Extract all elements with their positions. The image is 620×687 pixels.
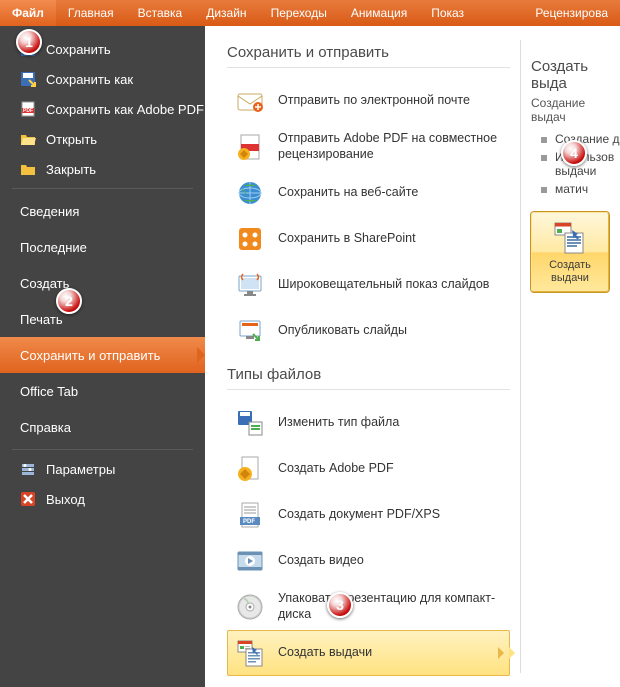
options-icon: [20, 461, 36, 477]
sidebar-print[interactable]: Печать: [0, 301, 205, 337]
sidebar-exit[interactable]: Выход: [0, 484, 205, 514]
section-file-types-title: Типы файлов: [227, 366, 510, 390]
item-publish[interactable]: Опубликовать слайды: [227, 308, 510, 354]
sidebar-info[interactable]: Сведения: [0, 193, 205, 229]
sharepoint-icon: [234, 223, 266, 255]
web-icon: [234, 177, 266, 209]
tab-insert[interactable]: Вставка: [126, 0, 195, 26]
sidebar-save-send[interactable]: Сохранить и отправить: [0, 337, 205, 373]
open-icon: [20, 131, 36, 147]
label: Справка: [20, 420, 71, 435]
sidebar-save[interactable]: Сохранить: [0, 34, 205, 64]
label: Опубликовать слайды: [278, 323, 407, 339]
bullet: матич: [555, 182, 588, 196]
sidebar-new[interactable]: Создать: [0, 265, 205, 301]
svg-text:PDF: PDF: [23, 108, 33, 114]
label: Широковещательный показ слайдов: [278, 277, 489, 293]
right-bullets: Создание д Использов выдачи матич: [535, 130, 620, 198]
item-sharepoint[interactable]: Сохранить в SharePoint: [227, 216, 510, 262]
label: Сохранить как Adobe PDF: [46, 102, 204, 117]
handout-icon: [234, 637, 266, 669]
right-title: Создать выда: [531, 58, 620, 94]
item-cd[interactable]: Упаковать презентацию для компакт-диска: [227, 584, 510, 630]
label: Отправить по электронной почте: [278, 93, 470, 109]
item-change-type[interactable]: Изменить тип файла: [227, 400, 510, 446]
label: Office Tab: [20, 384, 78, 399]
label: Параметры: [46, 462, 115, 477]
publish-icon: [234, 315, 266, 347]
save-as-icon: [20, 71, 36, 87]
bullet: Использов выдачи: [555, 150, 620, 178]
label: Закрыть: [46, 162, 96, 177]
handout-button-icon: [553, 221, 587, 255]
label: Сведения: [20, 204, 79, 219]
sidebar-help[interactable]: Справка: [0, 409, 205, 445]
item-video[interactable]: Создать видео: [227, 538, 510, 584]
label: Сохранить и отправить: [20, 348, 160, 363]
exit-icon: [20, 491, 36, 507]
create-pdf-icon: [234, 453, 266, 485]
item-pdf-review[interactable]: Отправить Adobe PDF на совместное реценз…: [227, 124, 510, 170]
save-icon: [20, 41, 36, 57]
label: Создать видео: [278, 553, 364, 569]
backstage-sidebar: Сохранить Сохранить как PDF Сохранить ка…: [0, 26, 205, 687]
label: Открыть: [46, 132, 97, 147]
label: Сохранить: [46, 42, 111, 57]
label: Создать: [20, 276, 69, 291]
sidebar-save-pdf[interactable]: PDF Сохранить как Adobe PDF: [0, 94, 205, 124]
label: Последние: [20, 240, 87, 255]
item-handout[interactable]: Создать выдачи: [227, 630, 510, 676]
change-type-icon: [234, 407, 266, 439]
video-icon: [234, 545, 266, 577]
tab-transitions[interactable]: Переходы: [259, 0, 339, 26]
sidebar-options[interactable]: Параметры: [0, 454, 205, 484]
label: Выход: [46, 492, 85, 507]
ribbon: Файл Главная Вставка Дизайн Переходы Ани…: [0, 0, 620, 26]
label: Печать: [20, 312, 63, 327]
tab-design[interactable]: Дизайн: [194, 0, 258, 26]
tab-file[interactable]: Файл: [0, 0, 56, 26]
tab-animation[interactable]: Анимация: [339, 0, 419, 26]
label: Создать выдачи: [278, 645, 372, 661]
label: Сохранить как: [46, 72, 133, 87]
pdf-xps-icon: PDF: [234, 499, 266, 531]
item-broadcast[interactable]: Широковещательный показ слайдов: [227, 262, 510, 308]
pdf-review-icon: [234, 131, 266, 163]
mail-icon: [234, 85, 266, 117]
sidebar-open[interactable]: Открыть: [0, 124, 205, 154]
right-desc: Создание выдач: [531, 96, 620, 124]
label: Сохранить на веб-сайте: [278, 185, 418, 201]
broadcast-icon: [234, 269, 266, 301]
tab-review[interactable]: Рецензирова: [523, 0, 620, 26]
label: Сохранить в SharePoint: [278, 231, 416, 247]
sidebar-close[interactable]: Закрыть: [0, 154, 205, 184]
label: Отправить Adobe PDF на совместное реценз…: [278, 131, 503, 162]
tab-slideshow[interactable]: Показ слайдов: [419, 0, 523, 26]
tab-home[interactable]: Главная: [56, 0, 126, 26]
item-create-pdf[interactable]: Создать Adobe PDF: [227, 446, 510, 492]
cd-icon: [234, 591, 266, 623]
label: Создать документ PDF/XPS: [278, 507, 440, 523]
button-label: Создать выдачи: [536, 259, 604, 285]
sidebar-office-tab[interactable]: Office Tab: [0, 373, 205, 409]
create-handout-button[interactable]: Создать выдачи: [531, 212, 609, 292]
backstage-content: Сохранить и отправить Отправить по элект…: [205, 26, 620, 687]
label: Упаковать презентацию для компакт-диска: [278, 591, 503, 622]
sidebar-recent[interactable]: Последние: [0, 229, 205, 265]
pdf-icon: PDF: [20, 101, 36, 117]
label: Изменить тип файла: [278, 415, 399, 431]
label: Создать Adobe PDF: [278, 461, 394, 477]
item-web[interactable]: Сохранить на веб-сайте: [227, 170, 510, 216]
close-folder-icon: [20, 161, 36, 177]
item-email[interactable]: Отправить по электронной почте: [227, 78, 510, 124]
item-pdf-xps[interactable]: PDF Создать документ PDF/XPS: [227, 492, 510, 538]
sidebar-save-as[interactable]: Сохранить как: [0, 64, 205, 94]
svg-text:PDF: PDF: [243, 519, 255, 525]
bullet: Создание д: [555, 132, 619, 146]
